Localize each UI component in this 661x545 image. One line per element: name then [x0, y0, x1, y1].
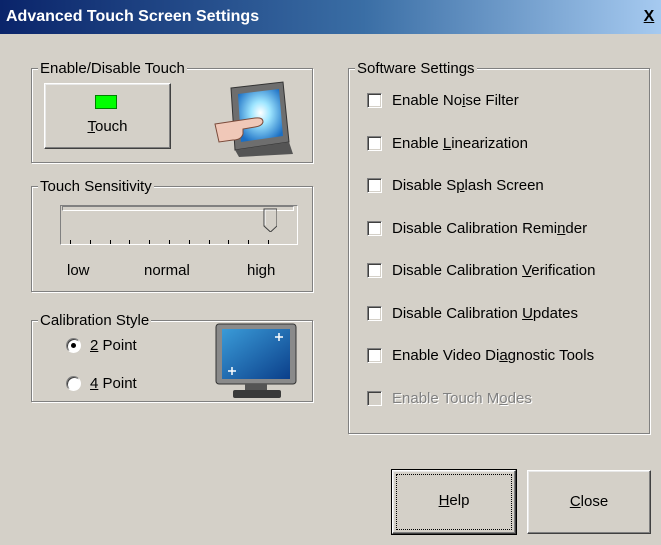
- checkbox[interactable]: [367, 135, 382, 151]
- radio-2-point-label: 2 Point: [90, 337, 137, 354]
- title-bar[interactable]: Advanced Touch Screen Settings: [0, 0, 661, 34]
- radio-4-point-label: 4 Point: [90, 375, 137, 392]
- checkbox-label: Disable Calibration Verification: [392, 262, 596, 279]
- close-button-label: Close: [569, 493, 609, 510]
- enable-disable-touch-legend: Enable/Disable Touch: [38, 60, 187, 77]
- slider-tick: [208, 240, 210, 244]
- sensitivity-low-label: low: [67, 262, 90, 279]
- close-button[interactable]: Close: [527, 470, 651, 534]
- slider-tick: [70, 240, 71, 244]
- help-button[interactable]: Help: [391, 469, 517, 535]
- touch-button-label: ouch: [94, 118, 128, 135]
- slider-tick: [169, 240, 170, 244]
- calibration-style-legend: Calibration Style: [38, 312, 152, 329]
- monitor-calibration-icon: [215, 323, 297, 398]
- checkbox[interactable]: [367, 263, 382, 278]
- checkbox-label: Enable Linearization: [392, 134, 528, 152]
- sensitivity-high-label: high: [247, 262, 276, 279]
- software-settings-legend: Software Settings: [355, 60, 477, 77]
- checkbox[interactable]: [367, 305, 382, 321]
- close-icon[interactable]: X: [641, 9, 657, 25]
- touch-mnemonic: T: [87, 118, 95, 135]
- slider-tick: [248, 240, 250, 244]
- slider-tick: [149, 240, 151, 244]
- touch-status-indicator: [95, 95, 117, 109]
- checkbox[interactable]: [367, 348, 382, 363]
- touch-screen-hand-icon: [214, 81, 293, 157]
- radio-2-point-circle[interactable]: [66, 338, 81, 353]
- checkbox: [367, 390, 382, 406]
- settings-dialog: Advanced Touch Screen Settings X Enable/…: [0, 0, 661, 545]
- checkbox[interactable]: [367, 220, 382, 236]
- slider-thumb[interactable]: [263, 208, 277, 232]
- checkbox[interactable]: [367, 93, 382, 108]
- checkbox-label: Disable Splash Screen: [392, 177, 544, 194]
- help-button-label: Help: [438, 492, 470, 509]
- checkbox-label: Enable Noise Filter: [392, 92, 519, 109]
- slider-tick: [188, 240, 190, 244]
- window-title: Advanced Touch Screen Settings: [6, 8, 260, 25]
- checkbox-label: Disable Calibration Reminder: [392, 219, 588, 237]
- checkbox[interactable]: [367, 178, 382, 193]
- radio-4-point-circle[interactable]: [66, 376, 81, 391]
- slider-tick: [89, 240, 91, 244]
- radio-selected-dot: [71, 343, 76, 348]
- checkbox-label: Disable Calibration Updates: [392, 304, 578, 322]
- touch-button[interactable]: Touch: [44, 83, 171, 149]
- checkbox-label: Enable Video Diagnostic Tools: [392, 347, 595, 364]
- checkbox-label: Enable Touch Modes: [392, 389, 532, 407]
- slider-tick: [109, 240, 111, 244]
- sensitivity-normal-label: normal: [144, 262, 190, 279]
- slider-tick: [228, 240, 230, 244]
- slider-track: [62, 206, 294, 211]
- slider-tick: [129, 240, 131, 244]
- software-settings-group: Software Settings: [348, 60, 650, 434]
- slider-tick: [268, 240, 269, 244]
